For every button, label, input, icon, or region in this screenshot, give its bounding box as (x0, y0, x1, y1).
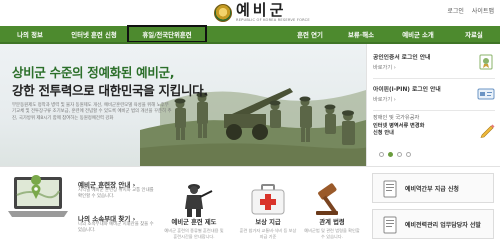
nav-item-online-training[interactable]: 인터넷 훈련 신청 (60, 26, 128, 42)
manager-selection-button[interactable]: 예비전력관리 업무담당자 선발 (372, 209, 494, 239)
hero-subtitle: 강한 전투력으로 대한민국을 지킵니다. (12, 83, 208, 98)
hero-description: 부분동원제도 정착과 병력 및 물자 동원제도 개선, 예비군훈련모델 육성을 … (12, 103, 172, 121)
document-icon (383, 180, 397, 198)
certificate-login-link[interactable]: 바로가기 › (373, 64, 430, 71)
utility-links: 로그인 사이트맵 (447, 6, 494, 15)
certificate-icon (479, 54, 493, 70)
manager-selection-label: 예비전력관리 업무담당자 선발 (405, 222, 481, 229)
training-site-desc: 지역별 예비군 훈련장 위치와 교통 안내를 확인할 수 있습니다. (78, 188, 154, 199)
reserve-force-emblem-icon (214, 3, 232, 22)
logo-name: 예비군 (236, 1, 287, 19)
notice-line-1: 장애인 및 국가유공자 (373, 115, 420, 121)
notice-line-3: 신청 안내 (373, 130, 394, 136)
nav-item-hold-release[interactable]: 보류·해소 (334, 26, 388, 42)
carousel-indicator (379, 152, 411, 157)
compensation-desc: 훈련 참가자 교통비·식비 등 보상 지급 기준 (239, 228, 297, 239)
ipin-login-link[interactable]: 바로가기 › (373, 96, 441, 103)
find-my-unit-desc: 나의 소속부대와 예비군 지휘관을 찾을 수 있습니다. (78, 222, 154, 233)
login-link[interactable]: 로그인 (447, 6, 464, 15)
ipin-card-icon (477, 88, 495, 100)
quick-link-compensation[interactable]: 보상 지급 훈련 참가자 교통비·식비 등 보상 지급 기준 (236, 173, 300, 247)
quick-link-training-system[interactable]: 예비군 훈련 제도 예비군 훈련의 종류별 훈련내용 및 훈련시간을 안내합니다… (162, 173, 226, 247)
main-nav: 나의 정보 인터넷 훈련 신청 휴일/전국단위훈련 훈련 연기 보류·해소 예비… (0, 25, 500, 43)
quick-link-laws[interactable]: 관계 법령 예비군법 및 관련 법령을 확인할 수 있습니다. (300, 173, 364, 247)
certificate-login-title: 공인인증서 로그인 안내 (373, 55, 431, 61)
laws-label: 관계 법령 (319, 219, 345, 226)
officer-payment-application-button[interactable]: 예비역간부 지급 신청 (372, 173, 494, 203)
login-guide-panel: 공인인증서 로그인 안내 바로가기 › 아이핀(i-PIN) 로그인 안내 바로… (366, 44, 500, 166)
carousel-dot[interactable] (406, 152, 411, 157)
notice-line-2: 인터넷 병역서류 변경화 (373, 122, 425, 129)
training-system-label: 예비군 훈련 제도 (171, 219, 217, 226)
site-logo[interactable]: 예비군 REPUBLIC OF KOREA RESERVE FORCE (214, 3, 310, 23)
certificate-login-guide[interactable]: 공인인증서 로그인 안내 바로가기 › (373, 52, 430, 71)
compensation-label: 보상 지급 (255, 219, 281, 226)
sitemap-link[interactable]: 사이트맵 (472, 6, 494, 15)
logo-subtitle: REPUBLIC OF KOREA RESERVE FORCE (236, 18, 310, 22)
carousel-dot[interactable] (397, 152, 402, 157)
carousel-dot-active[interactable] (388, 152, 393, 157)
training-system-desc: 예비군 훈련의 종류별 훈련내용 및 훈련시간을 안내합니다. (164, 228, 224, 239)
disability-notice[interactable]: 장애인 및 국가유공자 인터넷 병역서류 변경화 신청 안내 (373, 115, 424, 138)
officer-payment-label: 예비역간부 지급 신청 (405, 186, 459, 193)
site-header: 예비군 REPUBLIC OF KOREA RESERVE FORCE 로그인 … (0, 0, 500, 26)
hero-banner[interactable]: 상비군 수준의 정예화된 예비군, 강한 전투력으로 대한민국을 지킵니다. 부… (0, 44, 366, 166)
gavel-icon (316, 183, 338, 215)
nav-item-postpone[interactable]: 훈련 연기 (286, 26, 334, 42)
document-icon (383, 216, 397, 234)
bottom-section: 예비군 훈련장 안내 › 지역별 예비군 훈련장 위치와 교통 안내를 확인할 … (0, 166, 500, 250)
nav-item-about[interactable]: 예비군 소개 (388, 26, 448, 42)
laws-desc: 예비군법 및 관련 법령을 확인할 수 있습니다. (304, 228, 360, 239)
nav-item-holiday-training[interactable]: 휴일/전국단위훈련 (127, 25, 207, 43)
ipin-login-guide[interactable]: 아이핀(i-PIN) 로그인 안내 바로가기 › (373, 84, 441, 103)
pencil-icon (480, 124, 495, 138)
carousel-dot[interactable] (379, 152, 384, 157)
hero-title: 상비군 수준의 정예화된 예비군, (12, 65, 175, 80)
nav-item-my-info[interactable]: 나의 정보 (0, 26, 60, 42)
ipin-login-title: 아이핀(i-PIN) 로그인 안내 (373, 87, 441, 93)
nav-item-resources[interactable]: 자료실 (448, 26, 500, 42)
laptop-map-icon (8, 175, 68, 217)
first-aid-kit-icon (251, 184, 285, 215)
soldier-icon (185, 184, 213, 217)
